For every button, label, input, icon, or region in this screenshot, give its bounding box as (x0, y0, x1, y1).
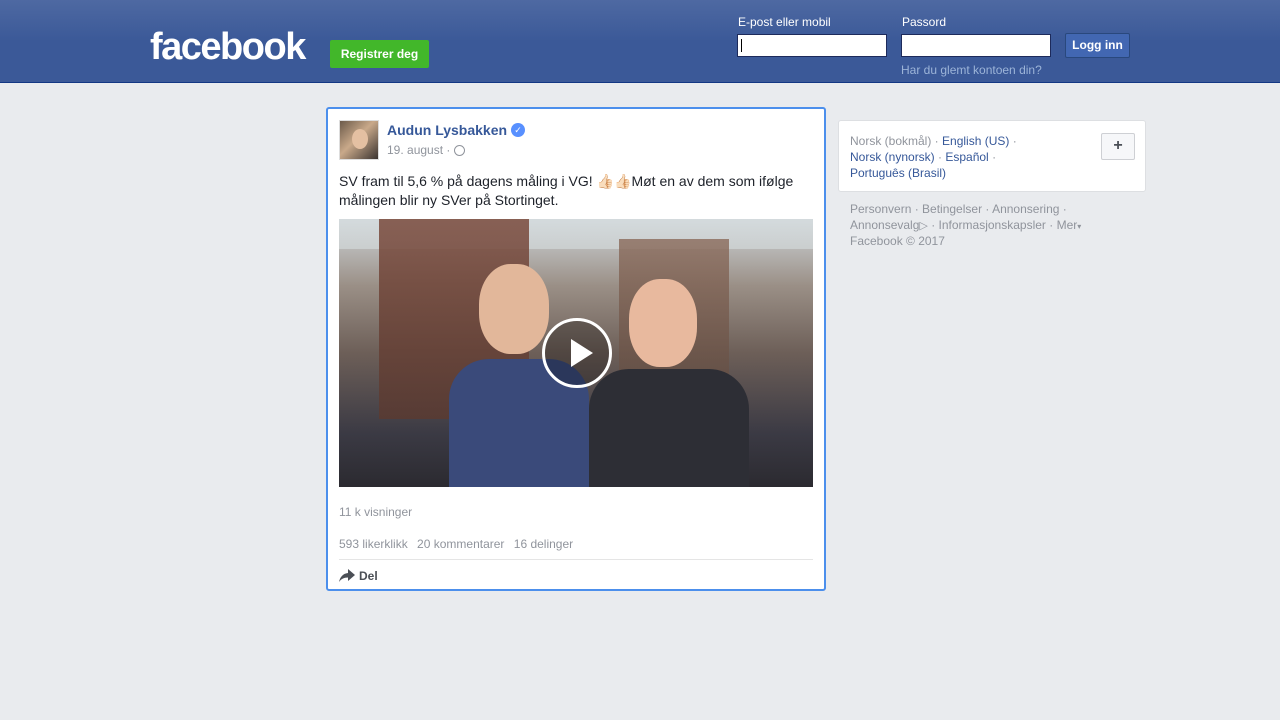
language-english-link[interactable]: English (US) (942, 134, 1009, 148)
current-language: Norsk (bokmål) · (850, 134, 939, 148)
language-line-3: Português (Brasil) (850, 165, 946, 181)
post-card: Audun Lysbakken ✓ 19. august · SV fram t… (326, 107, 826, 591)
register-button[interactable]: Registrer deg (330, 40, 429, 68)
share-arrow-icon[interactable] (339, 569, 355, 582)
post-text: SV fram til 5,6 % på dagens måling i VG!… (339, 172, 815, 210)
like-count[interactable]: 593 likerklikk (339, 537, 408, 551)
video-frame-head (479, 264, 549, 354)
language-portugues-link[interactable]: Português (Brasil) (850, 166, 946, 180)
forgot-account-link[interactable]: Har du glemt kontoen din? (901, 63, 1042, 77)
footer-links-1[interactable]: Personvern · Betingelser · Annonsering · (850, 201, 1067, 217)
top-bar: facebook Registrer deg E-post eller mobi… (0, 0, 1280, 83)
password-label: Passord (902, 15, 947, 29)
separator: · (934, 150, 946, 164)
video-player[interactable] (339, 219, 813, 487)
adchoices-icon: ▷ (919, 220, 928, 232)
video-frame-person (589, 279, 749, 487)
separator: · (988, 150, 997, 164)
thumbs-up-icon: 👍🏻👍🏻 (596, 173, 632, 189)
video-frame-head (629, 279, 697, 367)
globe-icon[interactable] (454, 145, 465, 156)
more-languages-button[interactable]: + (1101, 133, 1135, 160)
play-icon[interactable] (542, 318, 612, 388)
verified-badge-icon: ✓ (511, 123, 525, 137)
adchoices-link[interactable]: Annonsevalg (850, 218, 919, 232)
login-button[interactable]: Logg inn (1065, 33, 1130, 58)
view-count: 11 k visninger (339, 505, 413, 519)
share-button[interactable]: Del (359, 569, 378, 583)
video-frame-body (589, 369, 749, 487)
post-author[interactable]: Audun Lysbakken (387, 122, 507, 138)
language-selector: Norsk (bokmål) · English (US) · Norsk (n… (838, 120, 1146, 192)
author-avatar[interactable] (339, 120, 379, 160)
comment-count[interactable]: 20 kommentarer (417, 537, 504, 551)
separator: · (1009, 134, 1017, 148)
language-line-2: Norsk (nynorsk) · Español · (850, 149, 996, 165)
language-line-1: Norsk (bokmål) · English (US) · (850, 133, 1017, 149)
language-espanol-link[interactable]: Español (945, 150, 988, 164)
chevron-down-icon: ▾ (1077, 222, 1082, 231)
language-nynorsk-link[interactable]: Norsk (nynorsk) (850, 150, 935, 164)
email-label: E-post eller mobil (738, 15, 831, 29)
text-caret (741, 39, 742, 52)
post-date[interactable]: 19. august · (387, 143, 450, 157)
password-input[interactable] (901, 34, 1051, 57)
post-text-part1: SV fram til 5,6 % på dagens måling i VG! (339, 173, 597, 189)
facebook-logo[interactable]: facebook (150, 27, 306, 67)
footer-more-links[interactable]: · Informasjonskapsler · Mer (928, 218, 1077, 232)
divider (339, 559, 813, 560)
email-input[interactable] (737, 34, 887, 57)
post-stats: 593 likerklikk 20 kommentarer 16 delinge… (339, 537, 579, 551)
share-count[interactable]: 16 delinger (514, 537, 573, 551)
copyright: Facebook © 2017 (850, 234, 945, 248)
